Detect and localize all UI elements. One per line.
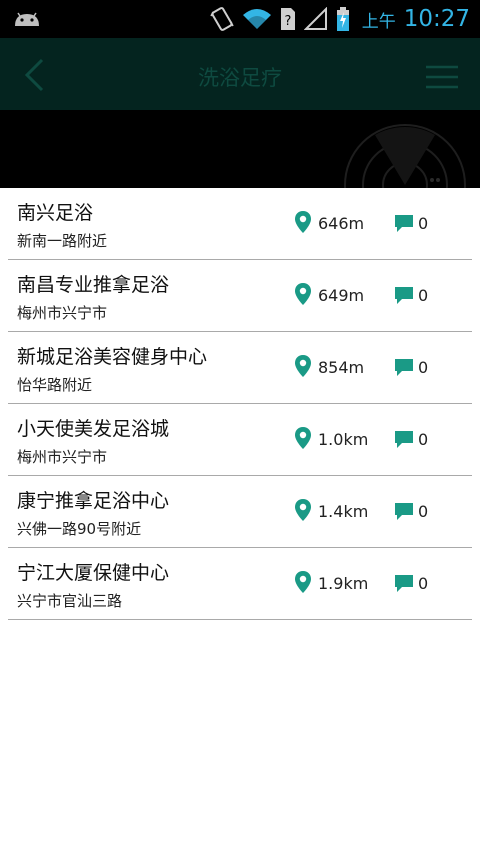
list-item[interactable]: 小天使美发足浴城 梅州市兴宁市 1.0km 0 xyxy=(8,404,472,476)
list-item[interactable]: 宁江大厦保健中心 兴宁市官汕三路 1.9km 0 xyxy=(8,548,472,620)
place-distance: 1.0km xyxy=(318,430,369,449)
location-pin-icon xyxy=(295,571,311,593)
comment-icon xyxy=(395,431,413,448)
place-list: 南兴足浴 新南一路附近 646m 0 南昌专业推拿足浴 梅州市兴宁市 649m … xyxy=(8,188,472,620)
page-title: 洗浴足疗 xyxy=(198,66,282,90)
place-distance: 649m xyxy=(318,286,365,305)
status-time: 10:27 xyxy=(403,6,470,32)
place-address: 梅州市兴宁市 xyxy=(17,304,108,322)
radar-icon xyxy=(344,124,466,188)
comment-icon xyxy=(395,287,413,304)
place-address: 兴佛一路90号附近 xyxy=(17,520,142,538)
comment-icon xyxy=(395,215,413,232)
place-name: 康宁推拿足浴中心 xyxy=(17,490,170,512)
location-pin-icon xyxy=(295,355,311,377)
sim-unknown-icon: ? xyxy=(280,8,295,30)
comment-count: 0 xyxy=(418,358,429,377)
list-item[interactable]: 康宁推拿足浴中心 兴佛一路90号附近 1.4km 0 xyxy=(8,476,472,548)
place-address: 兴宁市官汕三路 xyxy=(17,592,123,610)
svg-text:?: ? xyxy=(284,14,291,29)
status-bar: ? 上午 10:27 xyxy=(0,0,480,38)
comment-icon xyxy=(395,359,413,376)
battery-charging-icon xyxy=(336,7,349,31)
list-item[interactable]: 新城足浴美容健身中心 怡华路附近 854m 0 xyxy=(8,332,472,404)
list-item[interactable]: 南昌专业推拿足浴 梅州市兴宁市 649m 0 xyxy=(8,260,472,332)
place-address: 怡华路附近 xyxy=(17,376,93,394)
comment-count: 0 xyxy=(418,430,429,449)
place-address: 梅州市兴宁市 xyxy=(17,448,108,466)
place-distance: 1.9km xyxy=(318,574,369,593)
place-name: 南兴足浴 xyxy=(17,202,94,224)
status-icons: ? 上午 10:27 xyxy=(210,0,470,38)
comment-count: 0 xyxy=(418,286,429,305)
android-icon xyxy=(15,12,39,26)
place-name: 南昌专业推拿足浴 xyxy=(17,274,170,296)
hamburger-menu-icon[interactable] xyxy=(424,64,460,90)
vibrate-icon xyxy=(210,7,234,31)
comment-count: 0 xyxy=(418,574,429,593)
comment-count: 0 xyxy=(418,214,429,233)
location-pin-icon xyxy=(295,283,311,305)
place-address: 新南一路附近 xyxy=(17,232,108,250)
place-name: 新城足浴美容健身中心 xyxy=(17,346,208,368)
comment-count: 0 xyxy=(418,502,429,521)
place-name: 宁江大厦保健中心 xyxy=(17,562,170,584)
signal-icon xyxy=(303,7,327,30)
list-item[interactable]: 南兴足浴 新南一路附近 646m 0 xyxy=(8,188,472,260)
place-name: 小天使美发足浴城 xyxy=(17,418,170,440)
place-distance: 646m xyxy=(318,214,365,233)
place-distance: 854m xyxy=(318,358,365,377)
wifi-icon xyxy=(242,9,271,29)
location-pin-icon xyxy=(295,499,311,521)
comment-icon xyxy=(395,503,413,520)
status-ampm: 上午 xyxy=(361,11,396,32)
place-distance: 1.4km xyxy=(318,502,369,521)
location-pin-icon xyxy=(295,427,311,449)
location-pin-icon xyxy=(295,211,311,233)
banner xyxy=(0,110,480,188)
title-bar: 洗浴足疗 xyxy=(0,38,480,110)
comment-icon xyxy=(395,575,413,592)
